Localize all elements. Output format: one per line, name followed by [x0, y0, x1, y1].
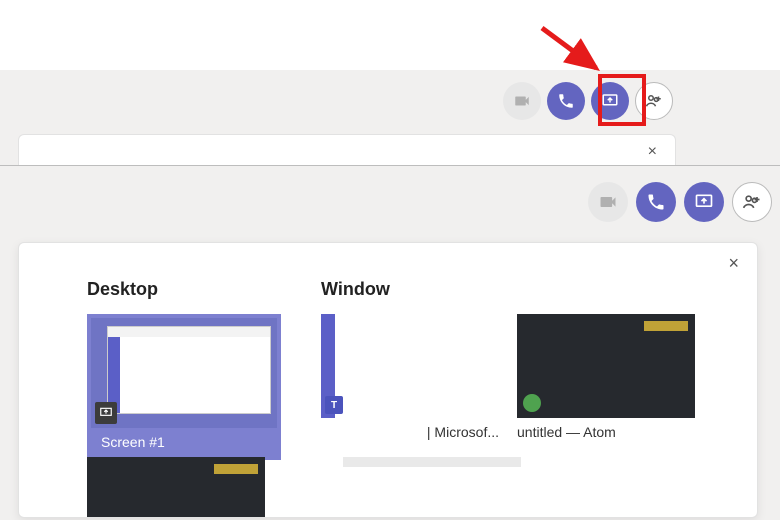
share-screen-button[interactable]	[684, 182, 724, 222]
share-screen-panel: × Desktop Screen #1	[18, 242, 758, 518]
teams-app-icon: T	[325, 396, 343, 414]
window-thumbnail-row2-a[interactable]	[87, 457, 265, 517]
annotation-arrow	[538, 24, 608, 80]
audio-call-button[interactable]	[547, 82, 585, 120]
desktop-thumbnail-screen-1[interactable]: Screen #1	[87, 314, 281, 460]
top-white-area	[0, 0, 780, 70]
top-call-controls	[503, 82, 673, 120]
top-popup-sliver: ×	[18, 134, 676, 165]
close-icon[interactable]: ×	[648, 143, 657, 161]
share-screen-button[interactable]	[591, 82, 629, 120]
window-thumbnail-atom[interactable]: untitled — Atom	[517, 314, 695, 440]
atom-app-icon	[523, 394, 541, 412]
video-off-button[interactable]	[588, 182, 628, 222]
add-participants-button[interactable]	[635, 82, 673, 120]
window-thumbnail-teams[interactable]: T | Microsof...	[321, 314, 499, 440]
bottom-panel-area: × Desktop Screen #1	[0, 165, 780, 520]
desktop-section-title: Desktop	[87, 279, 281, 300]
window-thumbnail-caption: untitled — Atom	[517, 424, 695, 440]
window-thumbnail-caption: | Microsof...	[321, 424, 499, 440]
window-section-title: Window	[321, 279, 695, 300]
bottom-call-controls	[588, 182, 772, 222]
video-off-button[interactable]	[503, 82, 541, 120]
share-indicator-icon	[95, 402, 117, 424]
add-participants-button[interactable]	[732, 182, 772, 222]
desktop-thumbnail-caption: Screen #1	[91, 428, 277, 456]
window-thumbnail-row2-b[interactable]	[343, 457, 521, 517]
close-icon[interactable]: ×	[728, 253, 739, 274]
audio-call-button[interactable]	[636, 182, 676, 222]
